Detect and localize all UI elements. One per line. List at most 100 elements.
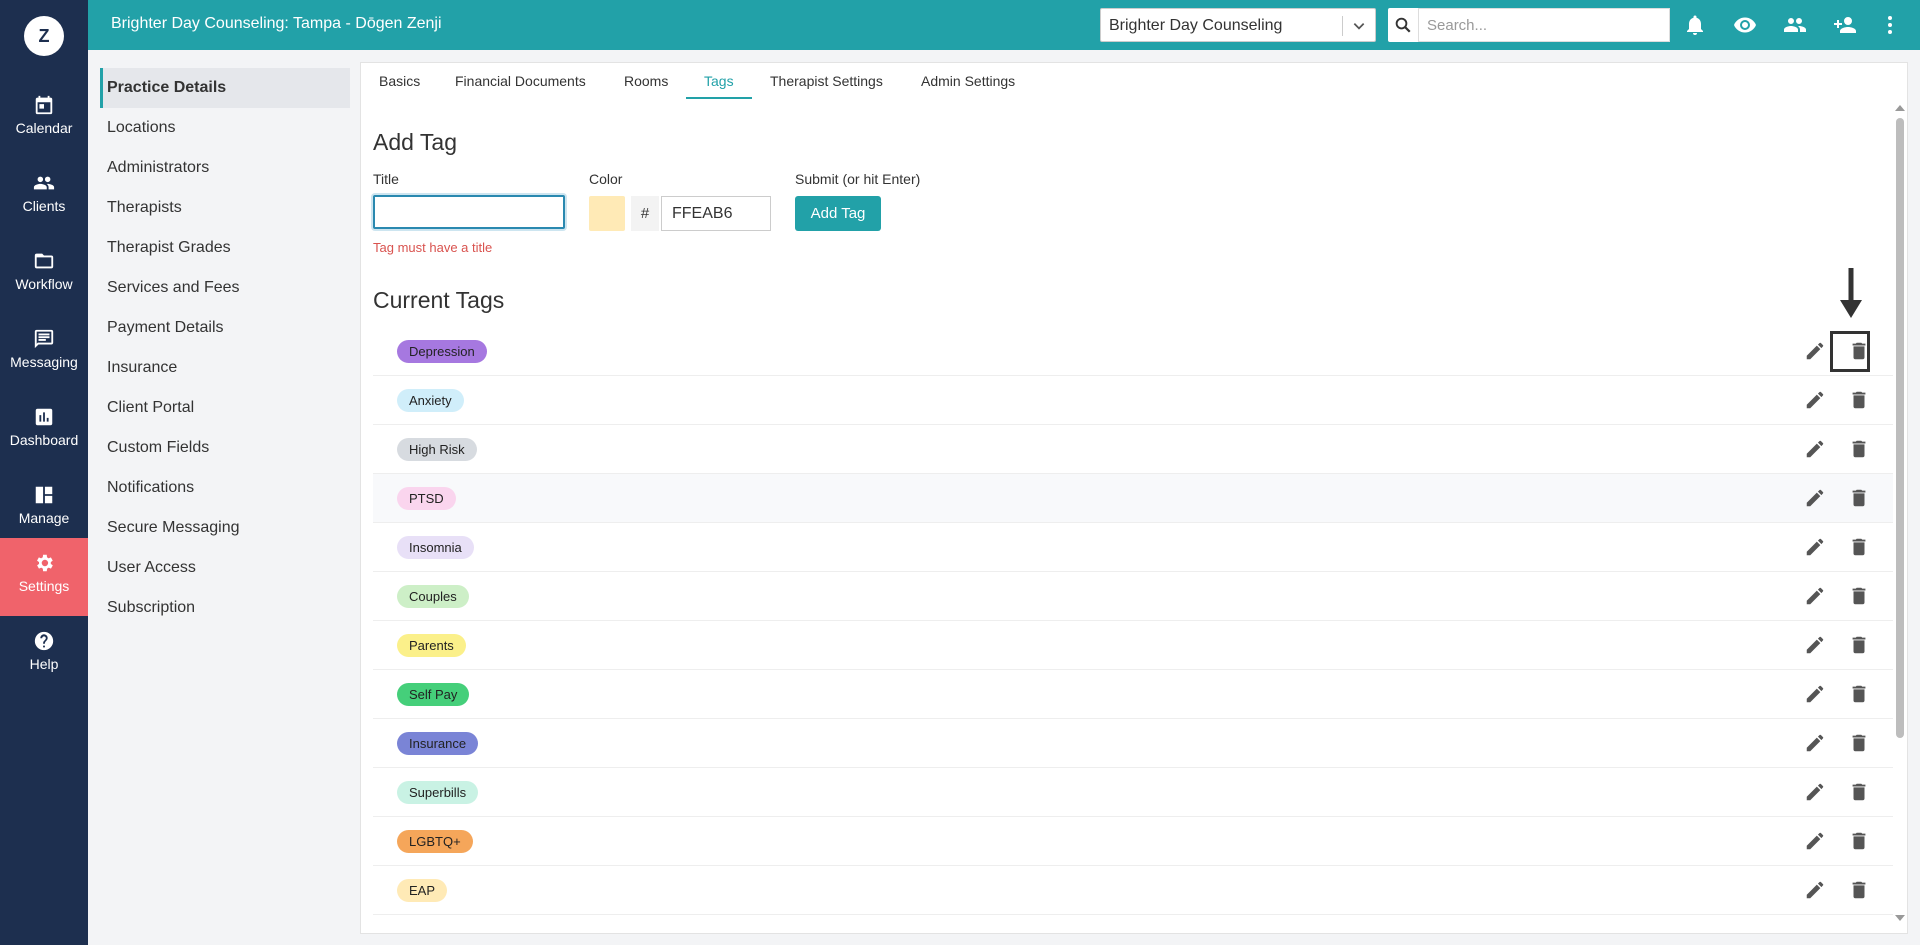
title-error-message: Tag must have a title — [373, 240, 493, 255]
search-button[interactable] — [1388, 8, 1418, 42]
submenu-client-portal[interactable]: Client Portal — [100, 388, 350, 428]
submenu-user-access[interactable]: User Access — [100, 548, 350, 588]
delete-trash-icon[interactable] — [1848, 732, 1872, 756]
nav-calendar[interactable]: Calendar — [0, 80, 88, 158]
tag-pill: Depression — [397, 340, 487, 363]
edit-pencil-icon[interactable] — [1804, 536, 1828, 560]
color-hex-input[interactable] — [661, 196, 771, 231]
settings-submenu: Practice Details Locations Administrator… — [100, 68, 350, 628]
tag-pill: PTSD — [397, 487, 456, 510]
edit-pencil-icon[interactable] — [1804, 438, 1828, 462]
top-header: Brighter Day Counseling: Tampa - Dōgen Z… — [88, 0, 1920, 50]
delete-trash-icon[interactable] — [1848, 830, 1872, 854]
nav-workflow[interactable]: Workflow — [0, 236, 88, 314]
submenu-custom-fields[interactable]: Custom Fields — [100, 428, 350, 468]
submenu-secure-messaging[interactable]: Secure Messaging — [100, 508, 350, 548]
nav-help[interactable]: Help — [0, 616, 88, 694]
submenu-services-and-fees[interactable]: Services and Fees — [100, 268, 350, 308]
eye-icon[interactable] — [1733, 13, 1757, 37]
tag-row: LGBTQ+ — [373, 817, 1893, 866]
folder-icon — [34, 253, 54, 269]
notifications-bell-icon[interactable] — [1683, 13, 1707, 37]
color-swatch[interactable] — [589, 196, 625, 231]
search-icon — [1395, 17, 1411, 33]
nav-calendar-label: Calendar — [15, 120, 73, 136]
chevron-down-icon[interactable] — [1352, 19, 1366, 33]
tag-row: EAP — [373, 866, 1893, 915]
delete-trash-icon[interactable] — [1848, 683, 1872, 707]
nav-dashboard[interactable]: Dashboard — [0, 392, 88, 470]
delete-trash-icon[interactable] — [1848, 879, 1872, 903]
app-logo[interactable]: Z — [24, 16, 64, 56]
tab-basics[interactable]: Basics — [379, 73, 420, 99]
tag-row: Depression — [373, 327, 1893, 376]
tag-pill: Insomnia — [397, 536, 474, 559]
hash-prefix: # — [631, 196, 659, 231]
nav-workflow-label: Workflow — [15, 276, 73, 292]
edit-pencil-icon[interactable] — [1804, 781, 1828, 805]
nav-settings[interactable]: Settings — [0, 538, 88, 616]
add-person-icon[interactable] — [1833, 13, 1857, 37]
clients-icon — [33, 176, 55, 190]
nav-manage[interactable]: Manage — [0, 470, 88, 548]
delete-trash-icon[interactable] — [1848, 389, 1872, 413]
active-tab-indicator — [686, 97, 752, 99]
edit-pencil-icon[interactable] — [1804, 340, 1828, 364]
nav-clients[interactable]: Clients — [0, 158, 88, 236]
submenu-therapists[interactable]: Therapists — [100, 188, 350, 228]
message-icon — [34, 329, 54, 349]
delete-trash-icon[interactable] — [1848, 438, 1872, 462]
color-field-label: Color — [589, 171, 623, 187]
chart-icon — [35, 408, 53, 426]
nav-dashboard-label: Dashboard — [9, 432, 79, 448]
edit-pencil-icon[interactable] — [1804, 585, 1828, 609]
tab-therapist-settings[interactable]: Therapist Settings — [770, 73, 883, 99]
tab-admin-settings[interactable]: Admin Settings — [921, 73, 1015, 99]
edit-pencil-icon[interactable] — [1804, 389, 1828, 413]
delete-trash-icon[interactable] — [1848, 781, 1872, 805]
edit-pencil-icon[interactable] — [1804, 683, 1828, 707]
nav-settings-label: Settings — [18, 578, 70, 594]
submenu-locations[interactable]: Locations — [100, 108, 350, 148]
nav-messaging[interactable]: Messaging — [0, 314, 88, 392]
delete-trash-icon[interactable] — [1848, 585, 1872, 609]
add-tag-button[interactable]: Add Tag — [795, 196, 881, 231]
submenu-administrators[interactable]: Administrators — [100, 148, 350, 188]
tab-financial-documents[interactable]: Financial Documents — [455, 73, 586, 99]
search-input[interactable] — [1418, 8, 1670, 42]
edit-pencil-icon[interactable] — [1804, 634, 1828, 658]
edit-pencil-icon[interactable] — [1804, 879, 1828, 903]
scroll-down-arrow[interactable] — [1895, 915, 1905, 921]
delete-trash-icon[interactable] — [1848, 487, 1872, 511]
edit-pencil-icon[interactable] — [1804, 830, 1828, 854]
submenu-notifications[interactable]: Notifications — [100, 468, 350, 508]
tab-tags[interactable]: Tags — [704, 73, 734, 99]
tag-row: Self Pay — [373, 670, 1893, 719]
submenu-insurance[interactable]: Insurance — [100, 348, 350, 388]
scroll-thumb[interactable] — [1896, 118, 1904, 738]
tag-pill: High Risk — [397, 438, 477, 461]
annotation-arrow — [1840, 268, 1862, 318]
add-tag-heading: Add Tag — [373, 129, 457, 155]
delete-trash-icon[interactable] — [1848, 634, 1872, 658]
more-vertical-icon[interactable] — [1878, 13, 1902, 37]
submenu-therapist-grades[interactable]: Therapist Grades — [100, 228, 350, 268]
left-nav-rail: Z Calendar Clients Workflow Messaging Da… — [0, 0, 88, 945]
edit-pencil-icon[interactable] — [1804, 732, 1828, 756]
tag-title-input[interactable] — [373, 195, 565, 229]
title-field-label: Title — [373, 171, 399, 187]
practice-select[interactable]: Brighter Day Counseling — [1100, 8, 1376, 42]
submenu-subscription[interactable]: Subscription — [100, 588, 350, 628]
submenu-practice-details[interactable]: Practice Details — [100, 68, 350, 108]
calendar-icon — [35, 95, 53, 115]
tags-settings-panel: Basics Financial Documents Rooms Tags Th… — [360, 62, 1908, 934]
edit-pencil-icon[interactable] — [1804, 487, 1828, 511]
submenu-payment-details[interactable]: Payment Details — [100, 308, 350, 348]
scroll-up-arrow[interactable] — [1895, 105, 1905, 111]
delete-trash-icon[interactable] — [1848, 536, 1872, 560]
group-icon[interactable] — [1783, 13, 1807, 37]
current-tags-heading: Current Tags — [373, 287, 505, 313]
tag-pill: Superbills — [397, 781, 479, 804]
tab-rooms[interactable]: Rooms — [624, 73, 668, 99]
panel-scrollbar[interactable] — [1894, 103, 1906, 923]
